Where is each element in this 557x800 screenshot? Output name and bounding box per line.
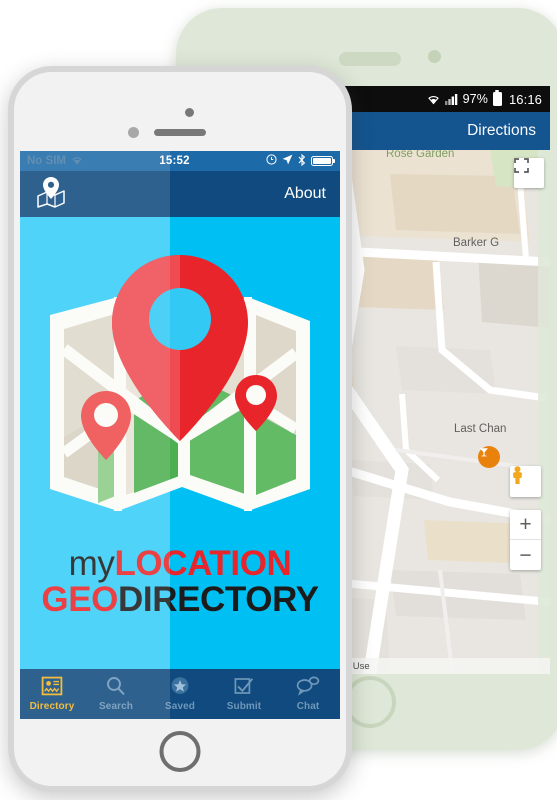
ios-tab-label: Search [99, 701, 133, 712]
screenshot-root: 97% 16:16 Directions Directions [0, 0, 557, 800]
logo-line-2: GEODIRECTORY [41, 579, 319, 619]
magnifier-icon [105, 676, 127, 699]
android-clock: 16:16 [508, 91, 542, 107]
star-icon [169, 676, 191, 699]
map-label-rose-garden: Rose Garden [386, 150, 455, 160]
ios-tab-directory[interactable]: Directory [20, 669, 84, 719]
ios-tab-label: Directory [29, 701, 75, 712]
ios-phone-device: No SIM 15:52 About myLOCATION GEODIRECTO… [8, 66, 352, 792]
alarm-icon [266, 154, 277, 168]
location-arrow-icon [282, 154, 293, 168]
street-view-pegman-icon[interactable] [510, 466, 541, 497]
ios-tab-label: Chat [296, 701, 320, 712]
map-label-last-chance: Last Chan [454, 423, 507, 435]
bluetooth-icon [298, 153, 306, 169]
battery-percent-label: 97% [462, 92, 488, 106]
map-pin-icon[interactable] [34, 176, 68, 213]
chat-bubbles-icon [296, 676, 320, 699]
logo-location: LOCATION [114, 544, 292, 583]
logo-directory: DIRECTORY [118, 579, 319, 619]
android-front-camera [428, 50, 441, 63]
map-label-barker-g: Barker G [453, 237, 500, 249]
ios-tab-search[interactable]: Search [84, 669, 148, 719]
ios-screen: No SIM 15:52 About myLOCATION GEODIRECTO… [20, 151, 340, 719]
ios-clock: 15:52 [159, 155, 190, 167]
battery-icon [492, 92, 502, 106]
android-directions-button[interactable]: Directions [467, 122, 536, 140]
ios-tab-label: Saved [165, 701, 195, 712]
poi-bar[interactable] [478, 446, 500, 468]
zoom-in-button[interactable]: + [510, 510, 541, 540]
battery-icon [311, 156, 333, 166]
checkbox-icon [233, 676, 255, 699]
ios-tab-chat[interactable]: Chat [276, 669, 340, 719]
logo-geo: GEO [41, 579, 118, 619]
ios-tab-label: Submit [226, 701, 262, 712]
map-zoom-controls: + − [510, 510, 541, 570]
zoom-out-button[interactable]: − [510, 540, 541, 570]
fullscreen-icon[interactable] [514, 158, 544, 188]
ios-nav-bar: About [20, 171, 340, 217]
ios-proximity-sensor [128, 127, 139, 138]
id-card-icon [41, 676, 63, 699]
ios-front-camera [185, 108, 194, 117]
app-splash-screen: myLOCATION GEODIRECTORY [20, 217, 340, 669]
wifi-icon [427, 93, 440, 105]
carrier-label: No SIM [27, 155, 66, 167]
app-logo: myLOCATION GEODIRECTORY [41, 546, 319, 619]
android-earpiece-speaker [339, 52, 401, 66]
logo-line-1: myLOCATION [41, 546, 318, 582]
signal-bars-icon [444, 93, 458, 105]
ios-tab-submit[interactable]: Submit [212, 669, 276, 719]
bar-cocktail-icon [478, 446, 500, 468]
about-button[interactable]: About [284, 185, 326, 203]
ios-tab-bar: Directory Search Saved Submit Chat [20, 669, 340, 719]
ios-tab-saved[interactable]: Saved [148, 669, 212, 719]
ios-home-button[interactable] [159, 731, 201, 772]
logo-my: my [68, 544, 115, 583]
ios-earpiece-speaker [154, 129, 206, 136]
wifi-icon [71, 155, 83, 168]
folded-map-illustration [42, 253, 318, 526]
ios-status-bar: No SIM 15:52 [20, 151, 340, 171]
